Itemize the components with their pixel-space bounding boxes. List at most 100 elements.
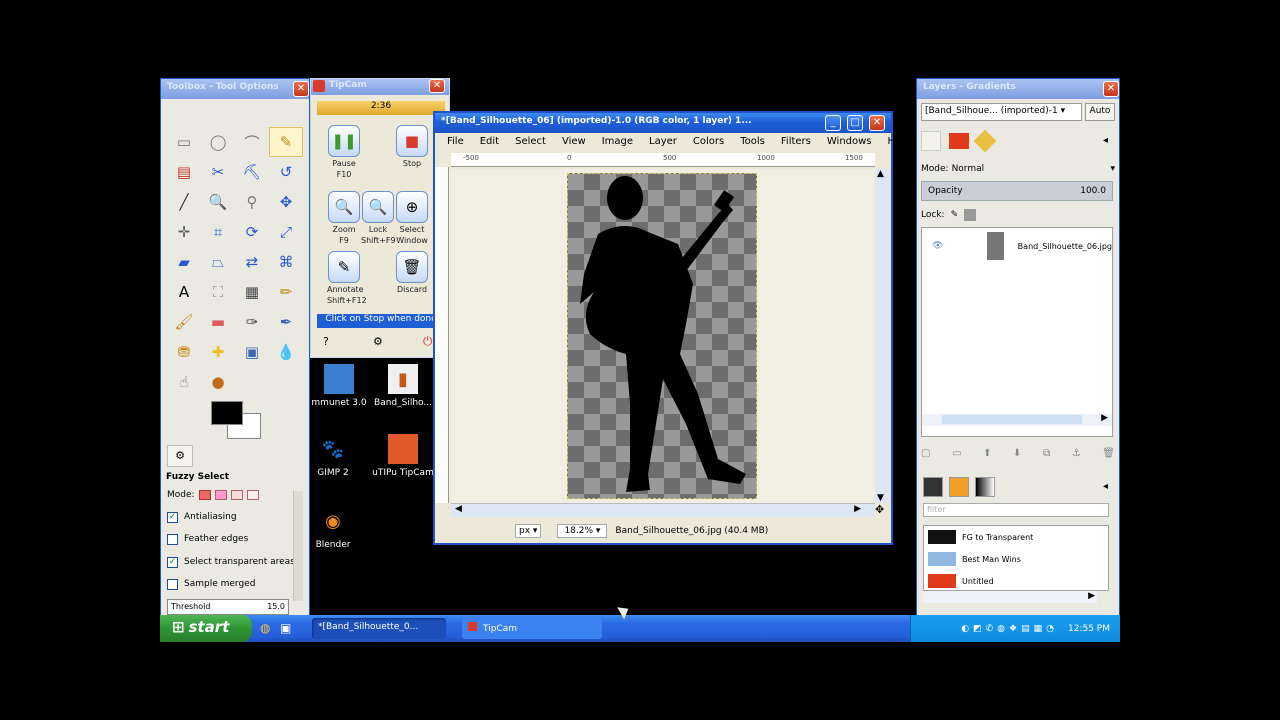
help-icon[interactable]: ? xyxy=(323,335,329,348)
eye-icon[interactable]: 👁 xyxy=(932,241,943,251)
crop-icon[interactable]: ⌗ xyxy=(201,217,235,247)
scroll-up-icon[interactable]: ▲ xyxy=(877,169,884,179)
power-icon[interactable]: ⏻ xyxy=(423,334,433,349)
threshold-slider[interactable]: Threshold 15.0 xyxy=(167,599,289,615)
dodge-burn-icon[interactable]: ● xyxy=(201,367,235,397)
minimize-button[interactable]: _ xyxy=(825,115,841,131)
tool-options-tab-icon[interactable]: ⚙ xyxy=(167,445,193,467)
gradient-scrollbar[interactable]: ▶ xyxy=(923,591,1097,603)
option-sample-merged[interactable]: Sample merged xyxy=(167,576,255,592)
gradients-menu-icon[interactable]: ◂ xyxy=(1103,481,1108,492)
tipcam-close-button[interactable]: ✕ xyxy=(429,79,445,93)
lock-pixels-icon[interactable]: ✎ xyxy=(951,210,959,220)
new-group-icon[interactable]: ▭ xyxy=(952,448,961,459)
tipcam-annotate-button[interactable]: ✎ Annotate Shift+F12 xyxy=(327,251,367,305)
maximize-button[interactable]: □ xyxy=(847,115,863,131)
free-select-icon[interactable]: ⌒ xyxy=(235,127,269,157)
lock-alpha-icon[interactable] xyxy=(964,209,977,221)
layers-titlebar[interactable]: Layers - Gradients xyxy=(917,79,1119,99)
desktop-icon-gimp[interactable]: 🐾 GIMP 2 xyxy=(298,434,368,479)
toolbox-titlebar[interactable]: Toolbox - Tool Options xyxy=(161,79,309,99)
desktop-icon-communet[interactable]: mmunet 3.0 xyxy=(304,364,374,408)
quicklaunch-icon[interactable]: ▣ xyxy=(280,621,291,635)
feather-edges-checkbox[interactable] xyxy=(167,533,178,545)
scroll-right-icon[interactable]: ▶ xyxy=(854,504,861,514)
tray-icon[interactable]: ▦ xyxy=(1034,624,1043,634)
mode-replace-icon[interactable] xyxy=(198,490,211,500)
chrome-quicklaunch-icon[interactable]: ◍ xyxy=(260,621,270,635)
measure-icon[interactable]: ⚲ xyxy=(235,187,269,217)
brush-tab-icon[interactable] xyxy=(923,477,943,497)
menu-edit[interactable]: Edit xyxy=(472,135,507,151)
clone-icon[interactable]: ⛃ xyxy=(167,337,201,367)
paths-icon[interactable]: ↺ xyxy=(269,157,303,187)
ellipse-select-icon[interactable]: ◯ xyxy=(201,127,235,157)
select-transparent-checkbox[interactable]: ✓ xyxy=(167,556,178,568)
align-icon[interactable]: ✛ xyxy=(167,217,201,247)
desktop-icon-blender[interactable]: ◉ Blender xyxy=(298,506,368,551)
scroll-down-icon[interactable]: ▼ xyxy=(877,493,884,503)
layers-tab-icon[interactable] xyxy=(921,131,941,151)
gradient-row[interactable]: FG to Transparent xyxy=(924,526,1108,548)
select-by-color-icon[interactable]: ▤ xyxy=(167,157,201,187)
tipcam-pause-button[interactable]: ❚❚ Pause F10 xyxy=(327,125,361,179)
rect-select-icon[interactable]: ▭ xyxy=(167,127,201,157)
scissors-icon[interactable]: ✂ xyxy=(201,157,235,187)
paintbrush-icon[interactable]: 🖌 xyxy=(167,307,201,337)
scale-icon[interactable]: ⤢ xyxy=(269,217,303,247)
menu-select[interactable]: Select xyxy=(507,135,554,151)
auto-button[interactable]: Auto xyxy=(1085,103,1115,121)
image-select[interactable]: [Band_Silhoue... (imported)-1 ▾ xyxy=(921,103,1082,121)
gradient-row[interactable]: Best Man Wins xyxy=(924,548,1108,570)
taskbar-item-gimp[interactable]: *[Band_Silhouette_0... xyxy=(312,618,446,639)
menu-windows[interactable]: Windows xyxy=(819,135,880,151)
raise-layer-icon[interactable]: ⬆ xyxy=(983,448,991,459)
mode-add-icon[interactable] xyxy=(214,490,227,500)
horizontal-ruler[interactable]: -500 0 500 1000 1500 xyxy=(451,153,875,167)
tray-icon[interactable]: ▤ xyxy=(1021,624,1030,634)
cage-icon[interactable]: ⌘ xyxy=(269,247,303,277)
vertical-ruler[interactable] xyxy=(435,167,449,503)
tray-icon[interactable]: ◩ xyxy=(973,624,982,634)
volume-icon[interactable]: ◔ xyxy=(1046,624,1054,634)
navigate-icon[interactable]: ✥ xyxy=(875,503,884,516)
opacity-slider[interactable]: Opacity 100.0 xyxy=(921,181,1113,201)
layers-close-button[interactable]: ✕ xyxy=(1103,81,1119,97)
start-button[interactable]: ⊞ start xyxy=(160,615,252,642)
menu-layer[interactable]: Layer xyxy=(641,135,685,151)
horizontal-scrollbar[interactable]: ◀ ▶ xyxy=(451,503,875,517)
image-window-close-button[interactable]: ✕ xyxy=(869,115,885,131)
dock-menu-icon[interactable]: ◂ xyxy=(1103,135,1108,146)
blend-icon[interactable]: ▦ xyxy=(235,277,269,307)
bucket-fill-icon[interactable]: ⛶ xyxy=(201,277,235,307)
tray-icon[interactable]: ◍ xyxy=(997,624,1005,634)
heal-icon[interactable]: ✚ xyxy=(201,337,235,367)
settings-icon[interactable]: ⚙ xyxy=(373,335,383,348)
text-icon[interactable]: A xyxy=(167,277,201,307)
taskbar-item-tipcam[interactable]: TipCam xyxy=(462,618,602,639)
menu-image[interactable]: Image xyxy=(594,135,641,151)
mode-subtract-icon[interactable] xyxy=(230,490,243,500)
menu-colors[interactable]: Colors xyxy=(685,135,732,151)
flip-icon[interactable]: ⇄ xyxy=(235,247,269,277)
new-layer-icon[interactable]: ▢ xyxy=(921,448,930,459)
desktop-icon-tipcam[interactable]: uTIPu TipCam xyxy=(368,434,438,478)
scroll-left-icon[interactable]: ◀ xyxy=(455,504,462,514)
layers-scrollbar[interactable]: ▶ xyxy=(922,413,1112,426)
menu-tools[interactable]: Tools xyxy=(732,135,773,151)
sample-merged-checkbox[interactable] xyxy=(167,578,178,590)
gradient-tab-icon[interactable] xyxy=(975,477,995,497)
move-icon[interactable]: ✥ xyxy=(269,187,303,217)
menu-view[interactable]: View xyxy=(554,135,594,151)
option-feather-edges[interactable]: Feather edges xyxy=(167,531,248,547)
menu-filters[interactable]: Filters xyxy=(773,135,819,151)
anchor-layer-icon[interactable]: ⚓ xyxy=(1072,448,1081,459)
zoom-select[interactable]: 18.2% ▾ xyxy=(557,524,608,538)
perspective-clone-icon[interactable]: ▣ xyxy=(235,337,269,367)
ink-icon[interactable]: ✒ xyxy=(269,307,303,337)
menu-file[interactable]: File xyxy=(439,135,472,151)
delete-layer-icon[interactable]: 🗑 xyxy=(1102,448,1115,459)
layer-row[interactable]: 👁 Band_Silhouette_06.jpg xyxy=(922,232,1112,260)
tray-icon[interactable]: ❖ xyxy=(1009,624,1017,634)
foreground-select-icon[interactable]: ⛏ xyxy=(235,157,269,187)
